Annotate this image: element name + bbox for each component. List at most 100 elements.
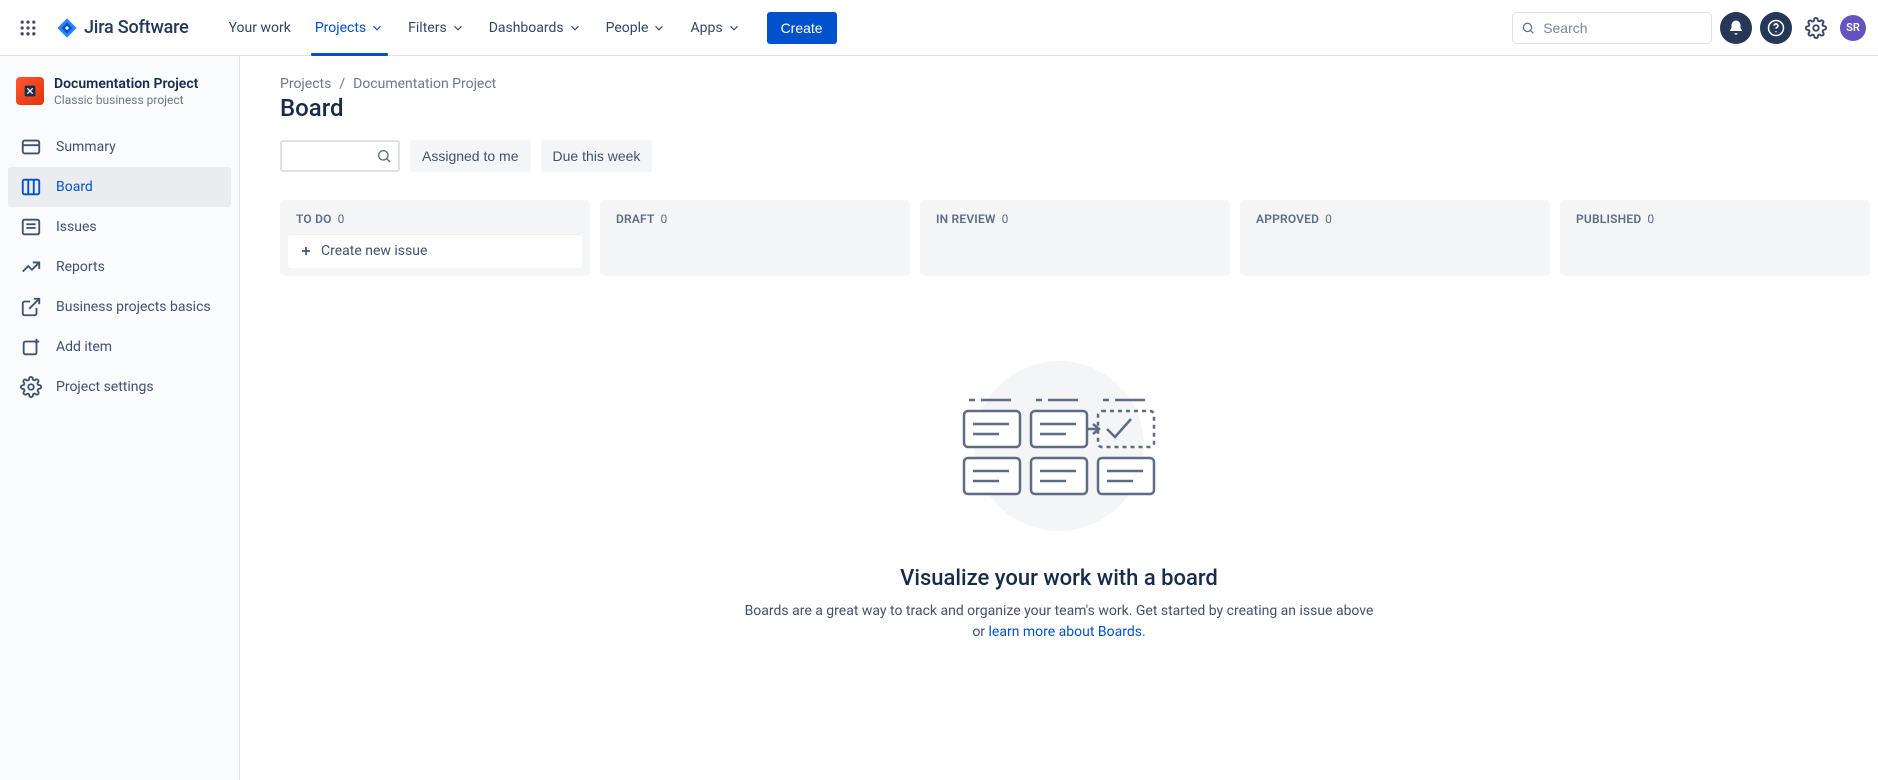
board-column-approved: APPROVED 0: [1240, 200, 1550, 276]
product-logo[interactable]: Jira Software: [48, 17, 197, 39]
sidebar-item-label: Issues: [56, 219, 97, 235]
column-header[interactable]: DRAFT 0: [608, 212, 902, 234]
sidebar-item-settings[interactable]: Project settings: [8, 367, 231, 407]
nav-label: Your work: [229, 20, 291, 36]
sidebar-item-add[interactable]: Add item: [8, 327, 231, 367]
sidebar-item-issues[interactable]: Issues: [8, 207, 231, 247]
project-avatar: [16, 77, 44, 105]
nav-projects[interactable]: Projects: [305, 0, 394, 56]
column-count: 0: [1647, 212, 1654, 226]
nav-dashboards[interactable]: Dashboards: [479, 0, 592, 56]
nav-people[interactable]: People: [596, 0, 677, 56]
board-columns: TO DO 0 Create new issue DRAFT 0 IN REVI…: [280, 200, 1838, 276]
primary-nav-menu: Your work Projects Filters Dashboards Pe…: [219, 0, 837, 56]
breadcrumb-item[interactable]: Projects: [280, 76, 331, 92]
sidebar-item-reports[interactable]: Reports: [8, 247, 231, 287]
chevron-down-icon: [451, 21, 465, 35]
help-icon: [1767, 19, 1785, 37]
column-name: APPROVED: [1256, 212, 1319, 226]
gear-icon: [1805, 17, 1827, 39]
nav-label: Projects: [315, 20, 366, 36]
learn-more-link[interactable]: learn more about Boards: [989, 624, 1142, 640]
nav-label: Apps: [690, 20, 722, 36]
issues-icon: [20, 216, 42, 238]
nav-right: SR: [1512, 12, 1866, 44]
sidebar-item-summary[interactable]: Summary: [8, 127, 231, 167]
product-name: Jira Software: [84, 17, 189, 38]
sidebar-item-label: Board: [56, 179, 93, 195]
project-header[interactable]: Documentation Project Classic business p…: [0, 76, 239, 127]
create-button[interactable]: Create: [767, 12, 837, 44]
nav-apps[interactable]: Apps: [680, 0, 750, 56]
chevron-down-icon: [568, 21, 582, 35]
sidebar-item-basics[interactable]: Business projects basics: [8, 287, 231, 327]
app-switcher-button[interactable]: [12, 12, 44, 44]
nav-label: Dashboards: [489, 20, 564, 36]
column-name: DRAFT: [616, 212, 655, 226]
create-issue-label: Create new issue: [321, 243, 427, 259]
empty-state: Visualize your work with a board Boards …: [739, 356, 1379, 643]
sidebar-item-label: Project settings: [56, 379, 154, 395]
app-switcher-icon: [18, 18, 38, 38]
project-sidebar: Documentation Project Classic business p…: [0, 56, 240, 780]
notifications-button[interactable]: [1720, 12, 1752, 44]
nav-filters[interactable]: Filters: [398, 0, 475, 56]
column-count: 0: [338, 212, 345, 226]
chevron-down-icon: [727, 21, 741, 35]
board-column-todo: TO DO 0 Create new issue: [280, 200, 590, 276]
settings-button[interactable]: [1800, 12, 1832, 44]
global-search-input[interactable]: [1541, 19, 1703, 37]
main-content: Projects / Documentation Project Board A…: [240, 56, 1878, 780]
empty-title: Visualize your work with a board: [739, 566, 1379, 591]
breadcrumb-separator: /: [339, 76, 345, 92]
column-name: IN REVIEW: [936, 212, 996, 226]
column-name: TO DO: [296, 212, 332, 226]
sidebar-item-label: Business projects basics: [56, 299, 211, 315]
add-item-icon: [20, 336, 42, 358]
page-title: Board: [280, 94, 1838, 122]
column-header[interactable]: TO DO 0: [288, 212, 582, 234]
project-type: Classic business project: [54, 93, 198, 107]
global-search[interactable]: [1512, 12, 1712, 44]
external-link-icon: [20, 296, 42, 318]
column-header[interactable]: IN REVIEW 0: [928, 212, 1222, 234]
gear-icon: [20, 376, 42, 398]
filter-bar: Assigned to me Due this week: [280, 140, 1838, 172]
board-column-inreview: IN REVIEW 0: [920, 200, 1230, 276]
plus-icon: [299, 244, 313, 258]
project-name: Documentation Project: [54, 76, 198, 93]
breadcrumb-item[interactable]: Documentation Project: [353, 76, 496, 92]
board-search[interactable]: [280, 140, 400, 172]
top-navigation: Jira Software Your work Projects Filters…: [0, 0, 1878, 56]
jira-logo-icon: [56, 17, 78, 39]
filter-due-this-week[interactable]: Due this week: [541, 140, 653, 172]
column-count: 0: [661, 212, 668, 226]
card-icon: [20, 136, 42, 158]
create-issue-button[interactable]: Create new issue: [288, 234, 582, 268]
sidebar-item-label: Add item: [56, 339, 112, 355]
project-avatar-icon: [22, 83, 38, 99]
user-avatar[interactable]: SR: [1840, 15, 1866, 41]
column-name: PUBLISHED: [1576, 212, 1641, 226]
breadcrumb: Projects / Documentation Project: [280, 76, 1838, 92]
sidebar-item-board[interactable]: Board: [8, 167, 231, 207]
help-button[interactable]: [1760, 12, 1792, 44]
chevron-down-icon: [652, 21, 666, 35]
column-header[interactable]: PUBLISHED 0: [1568, 212, 1862, 234]
board-column-published: PUBLISHED 0: [1560, 200, 1870, 276]
nav-left: Jira Software Your work Projects Filters…: [12, 0, 837, 56]
nav-your-work[interactable]: Your work: [219, 0, 301, 56]
filter-assigned-to-me[interactable]: Assigned to me: [410, 140, 531, 172]
sidebar-item-label: Reports: [56, 259, 105, 275]
search-icon: [1521, 20, 1535, 36]
chevron-down-icon: [370, 21, 384, 35]
column-count: 0: [1002, 212, 1009, 226]
nav-label: Filters: [408, 20, 447, 36]
empty-illustration: [949, 356, 1169, 536]
column-header[interactable]: APPROVED 0: [1248, 212, 1542, 234]
search-icon: [376, 148, 392, 164]
nav-label: People: [606, 20, 649, 36]
sidebar-menu: Summary Board Issues Reports Business pr…: [0, 127, 239, 407]
empty-text-after: .: [1142, 624, 1146, 640]
column-count: 0: [1325, 212, 1332, 226]
